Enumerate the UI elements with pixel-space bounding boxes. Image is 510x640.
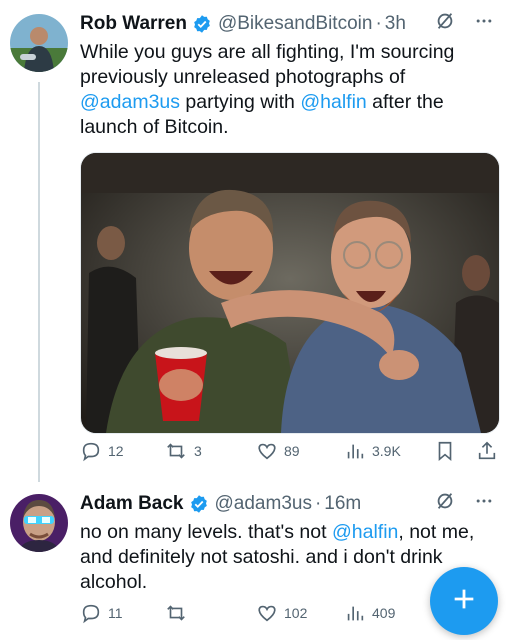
verified-badge-icon [189,494,209,514]
reply-count: 12 [108,443,124,459]
tweet-rob-warren[interactable]: Rob Warren @BikesandBitcoin · 3h While y… [0,0,510,482]
tweet-photo[interactable] [80,152,500,434]
grok-icon[interactable] [434,490,456,518]
mention-halfin[interactable]: @halfin [332,521,398,543]
views-button[interactable]: 409 [344,602,395,624]
mention-adam3us[interactable]: @adam3us [80,91,180,113]
author-name[interactable]: Adam Back [80,493,184,515]
bookmark-icon [434,440,456,462]
reply-icon [80,440,102,462]
separator-dot: · [314,493,322,514]
tweet-text: While you guys are all fighting, I'm sou… [80,40,496,140]
bookmark-button[interactable] [434,440,456,462]
author-handle[interactable]: @adam3us [215,493,312,515]
text-segment: While you guys are all fighting, I'm sou… [80,41,455,88]
text-segment: partying with [180,91,301,113]
compose-button[interactable] [430,567,498,635]
tweet-actions: 12 3 89 3.9K [80,440,496,466]
timestamp[interactable]: 16m [324,493,361,515]
like-button[interactable]: 102 [256,602,307,624]
views-icon [344,440,366,462]
repost-icon [164,440,188,462]
share-button[interactable] [476,440,498,462]
repost-count: 3 [194,443,202,459]
like-icon [256,440,278,462]
thread-line [38,82,40,482]
reply-button[interactable]: 12 [80,440,124,462]
tweet-header: Rob Warren @BikesandBitcoin · 3h [80,10,494,38]
text-segment: no on many levels. that's not [80,521,332,543]
author-name[interactable]: Rob Warren [80,13,187,35]
tweet-header: Adam Back @adam3us · 16m [80,490,494,518]
share-icon [476,440,498,462]
author-handle[interactable]: @BikesandBitcoin [218,13,372,35]
views-icon [344,602,366,624]
timestamp[interactable]: 3h [385,13,406,35]
views-count: 409 [372,605,396,621]
plus-icon [450,585,478,618]
mention-halfin[interactable]: @halfin [300,91,366,113]
repost-icon [164,602,188,624]
avatar[interactable] [10,494,68,552]
reply-count: 11 [108,605,123,621]
views-count: 3.9K [372,443,401,459]
reply-button[interactable]: 11 [80,602,123,624]
repost-button[interactable] [164,602,194,624]
verified-badge-icon [192,14,212,34]
more-icon[interactable] [474,491,494,517]
grok-icon[interactable] [434,10,456,38]
separator-dot: · [375,13,382,34]
like-count: 102 [284,605,308,621]
views-button[interactable]: 3.9K [344,440,401,462]
reply-icon [80,602,102,624]
more-icon[interactable] [474,11,494,37]
like-icon [256,602,278,624]
like-count: 89 [284,443,300,459]
like-button[interactable]: 89 [256,440,300,462]
avatar[interactable] [10,14,68,72]
repost-button[interactable]: 3 [164,440,202,462]
